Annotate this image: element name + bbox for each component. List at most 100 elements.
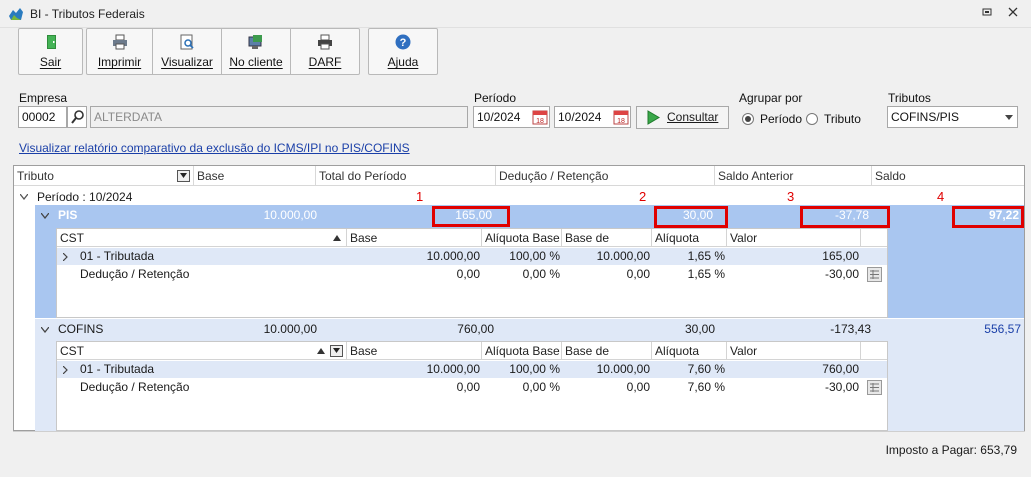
chevron-down-icon	[1005, 115, 1013, 120]
cofins-name: COFINS	[58, 322, 104, 336]
no-cliente-button[interactable]: No cliente	[222, 29, 291, 74]
imprimir-label: Imprimir	[97, 55, 142, 69]
darf-label: DARF	[308, 55, 342, 69]
tributos-grid: Tributo Base Total do Período Dedução / …	[13, 165, 1025, 431]
radio-periodo[interactable]	[742, 113, 754, 125]
details-grid-icon[interactable]	[867, 380, 882, 395]
ajuda-button[interactable]: ? Ajuda	[369, 29, 437, 74]
preview-magnifier-icon	[180, 34, 194, 50]
sub-col-aliquota[interactable]: Alíquota	[652, 229, 727, 247]
calendar-icon[interactable]: 18	[613, 109, 629, 125]
toolbar-group-main: Imprimir Visualizar No cliente DARF	[86, 28, 360, 75]
details-grid-icon[interactable]	[867, 267, 882, 282]
ajuda-label: Ajuda	[387, 55, 419, 69]
client-screen-icon	[248, 35, 262, 49]
sub-col-base[interactable]: Base	[347, 342, 482, 360]
col-tributo-header[interactable]: Tributo	[14, 166, 194, 186]
calendar-icon[interactable]: 18	[532, 109, 548, 125]
col-base-header[interactable]: Base	[194, 166, 316, 186]
marker-3: 3	[787, 189, 795, 204]
sub-col-aliquota[interactable]: Alíquota	[652, 342, 727, 360]
filter-icon[interactable]	[330, 345, 343, 357]
table-row[interactable]: Dedução / Retenção 0,00 0,00 % 0,00 7,60…	[57, 379, 887, 396]
tributos-select[interactable]: COFINS/PIS	[887, 106, 1018, 128]
agrupar-label: Agrupar por	[739, 91, 803, 105]
chevron-down-icon[interactable]	[41, 327, 49, 333]
marker-2: 2	[639, 189, 647, 204]
periodo-label: Período	[474, 91, 517, 105]
marker-1: 1	[416, 189, 424, 204]
close-icon[interactable]	[1006, 6, 1020, 20]
sub-col-valor[interactable]: Valor	[727, 342, 861, 360]
radio-tributo[interactable]	[806, 113, 818, 125]
col-deducao-header[interactable]: Dedução / Retenção	[496, 166, 715, 186]
no-cliente-label: No cliente	[229, 55, 283, 69]
cofins-detail-header: CST Base Alíquota Base Base de Cálculo A…	[57, 342, 887, 376]
cofins-saldo: 556,57	[984, 322, 1021, 336]
radio-tributo-label: Tributo	[824, 112, 861, 126]
tributos-select-value: COFINS/PIS	[891, 110, 960, 124]
pis-saldo-anterior: -37,78	[834, 208, 869, 222]
sub-col-base-calculo[interactable]: Base de Cálculo	[562, 229, 652, 263]
cofins-row[interactable]: COFINS 10.000,00 760,00 30,00 -173,43 55…	[35, 319, 1024, 340]
app-logo-icon	[9, 8, 23, 20]
status-bar: Imposto a Pagar: 653,79	[13, 431, 1025, 477]
sub-col-aliquota-base[interactable]: Alíquota Base	[482, 229, 562, 247]
consultar-button[interactable]: Consultar	[636, 106, 729, 129]
tributos-label: Tributos	[888, 91, 931, 105]
sub-col-valor[interactable]: Valor	[727, 229, 861, 247]
radio-periodo-label: Período	[760, 112, 803, 126]
chevron-right-icon[interactable]	[63, 253, 68, 261]
marker-4: 4	[937, 189, 945, 204]
pis-detail-header: CST Base Alíquota Base Base de Cálculo A…	[57, 229, 887, 263]
sub-col-aliquota-base[interactable]: Alíquota Base	[482, 342, 562, 360]
filter-icon[interactable]	[177, 170, 190, 182]
title-bar: BI - Tributos Federais	[0, 0, 1031, 28]
empresa-code-input[interactable]: 00002	[18, 106, 67, 128]
toolbar-group-help: ? Ajuda	[368, 28, 438, 75]
cofins-total: 760,00	[457, 322, 494, 336]
chevron-down-icon[interactable]	[41, 213, 49, 219]
sair-button[interactable]: Sair	[19, 29, 82, 74]
table-row[interactable]: 01 - Tributada 10.000,00 100,00 % 10.000…	[57, 248, 887, 265]
group-periodo-label: Período : 10/2024	[37, 190, 133, 204]
help-icon: ?	[395, 34, 411, 50]
table-row[interactable]: 01 - Tributada 10.000,00 100,00 % 10.000…	[57, 361, 887, 378]
sub-col-base-calculo[interactable]: Base de Cálculo	[562, 342, 652, 376]
col-saldo-header[interactable]: Saldo	[872, 166, 1024, 186]
grid-header: Tributo Base Total do Período Dedução / …	[14, 166, 1024, 186]
cofins-saldo-anterior: -173,43	[830, 322, 871, 336]
pis-base: 10.000,00	[263, 208, 317, 222]
chevron-right-icon[interactable]	[63, 366, 68, 374]
pis-saldo: 97,22	[988, 208, 1019, 222]
empresa-search-button[interactable]	[67, 106, 87, 128]
table-row[interactable]: Dedução / Retenção 0,00 0,00 % 0,00 1,65…	[57, 266, 887, 283]
exit-door-icon	[46, 35, 56, 49]
sort-ascending-icon	[317, 348, 325, 354]
col-total-header[interactable]: Total do Período	[316, 166, 496, 186]
consultar-label: Consultar	[667, 110, 719, 124]
imprimir-button[interactable]: Imprimir	[87, 29, 153, 74]
darf-button[interactable]: DARF	[291, 29, 359, 74]
svg-text:18: 18	[617, 118, 625, 125]
visualizar-button[interactable]: Visualizar	[153, 29, 222, 74]
sub-col-cst[interactable]: CST	[57, 342, 347, 360]
pis-name: PIS	[58, 208, 78, 222]
relatorio-comparativo-link[interactable]: Visualizar relatório comparativo da excl…	[19, 141, 410, 155]
svg-text:?: ?	[400, 37, 407, 49]
cofins-deducao: 30,00	[684, 322, 715, 336]
empresa-label: Empresa	[19, 91, 68, 105]
pis-detail-grid: CST Base Alíquota Base Base de Cálculo A…	[56, 228, 888, 318]
darf-printer-icon	[318, 34, 332, 50]
pis-total: 165,00	[455, 208, 492, 222]
sub-col-base[interactable]: Base	[347, 229, 482, 247]
toolbar-group-exit: Sair	[18, 28, 83, 75]
cofins-detail-grid: CST Base Alíquota Base Base de Cálculo A…	[56, 341, 888, 431]
chevron-down-icon[interactable]	[20, 194, 28, 200]
restore-icon[interactable]	[980, 6, 994, 20]
pis-row[interactable]: PIS 10.000,00 165,00 30,00 -37,78 97,22	[35, 205, 1024, 228]
sort-ascending-icon	[333, 235, 341, 241]
cofins-base: 10.000,00	[263, 322, 317, 336]
sub-col-cst[interactable]: CST	[57, 229, 347, 247]
col-saldo-anterior-header[interactable]: Saldo Anterior	[715, 166, 872, 186]
